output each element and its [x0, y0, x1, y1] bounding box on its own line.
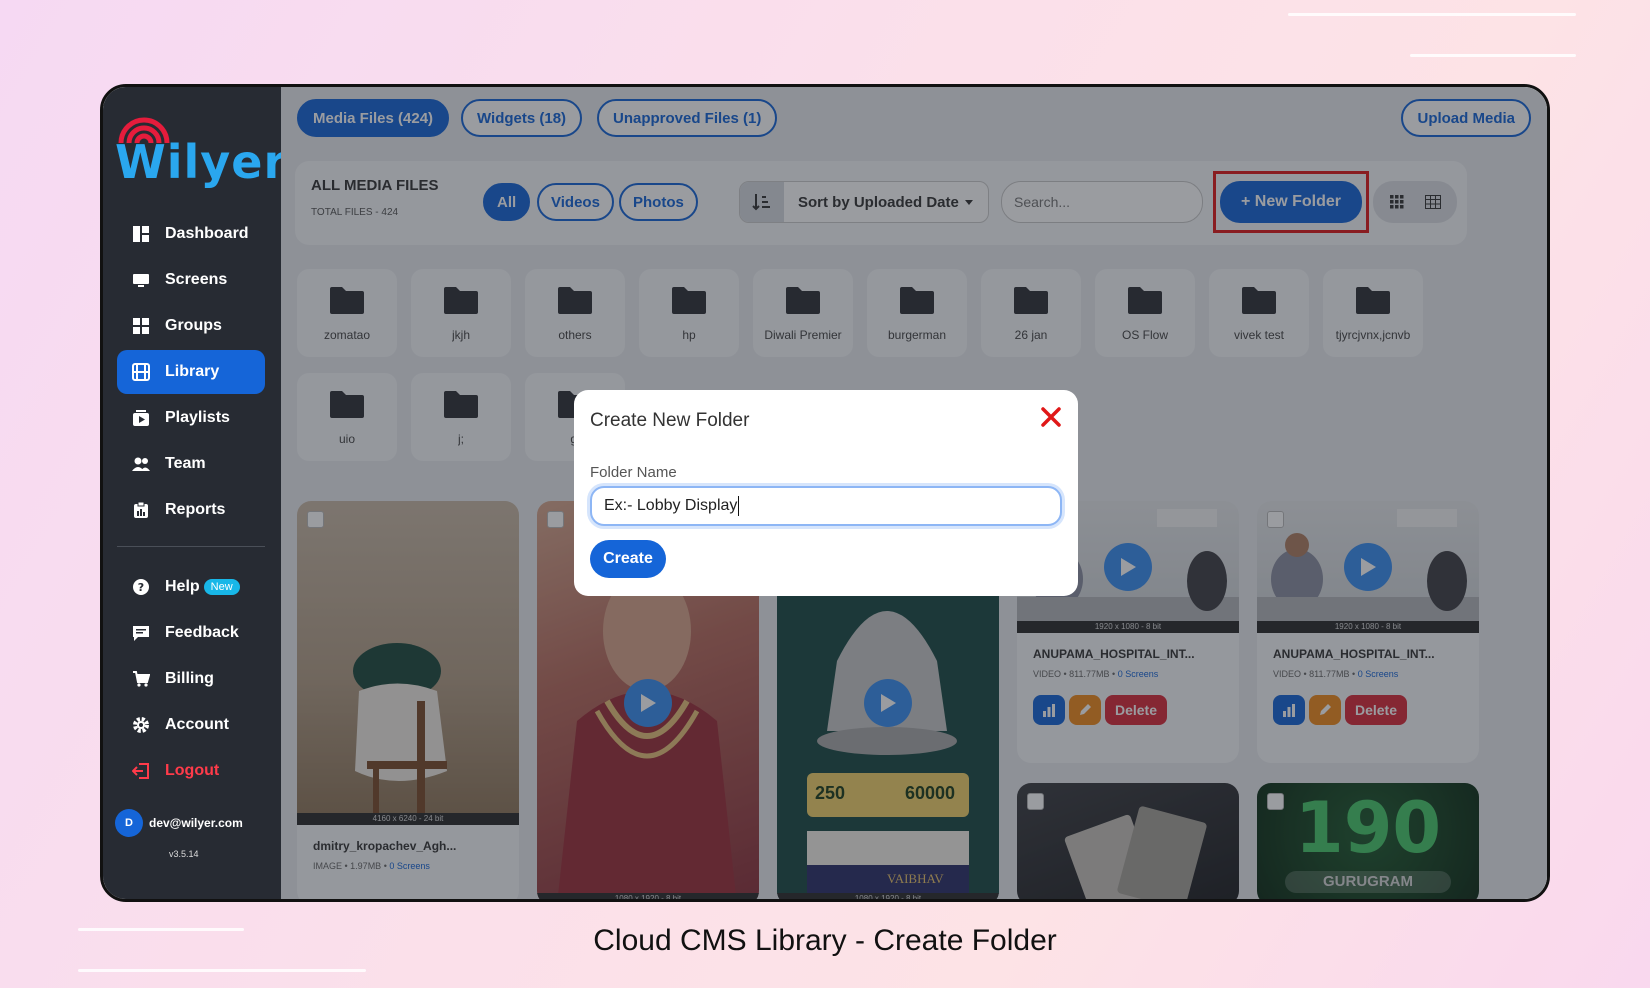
close-icon[interactable]: [1040, 406, 1062, 428]
sidebar-backdrop: [103, 87, 281, 899]
create-button[interactable]: Create: [590, 540, 666, 578]
caption: Cloud CMS Library - Create Folder: [593, 924, 1057, 957]
folder-name-value: Ex:- Lobby Display: [604, 497, 738, 514]
text-caret: [738, 496, 740, 516]
folder-name-input[interactable]: Ex:- Lobby Display: [590, 486, 1062, 526]
folder-name-label: Folder Name: [590, 464, 677, 481]
create-folder-modal: Create New Folder Folder Name Ex:- Lobby…: [574, 390, 1078, 596]
modal-title: Create New Folder: [590, 410, 750, 431]
